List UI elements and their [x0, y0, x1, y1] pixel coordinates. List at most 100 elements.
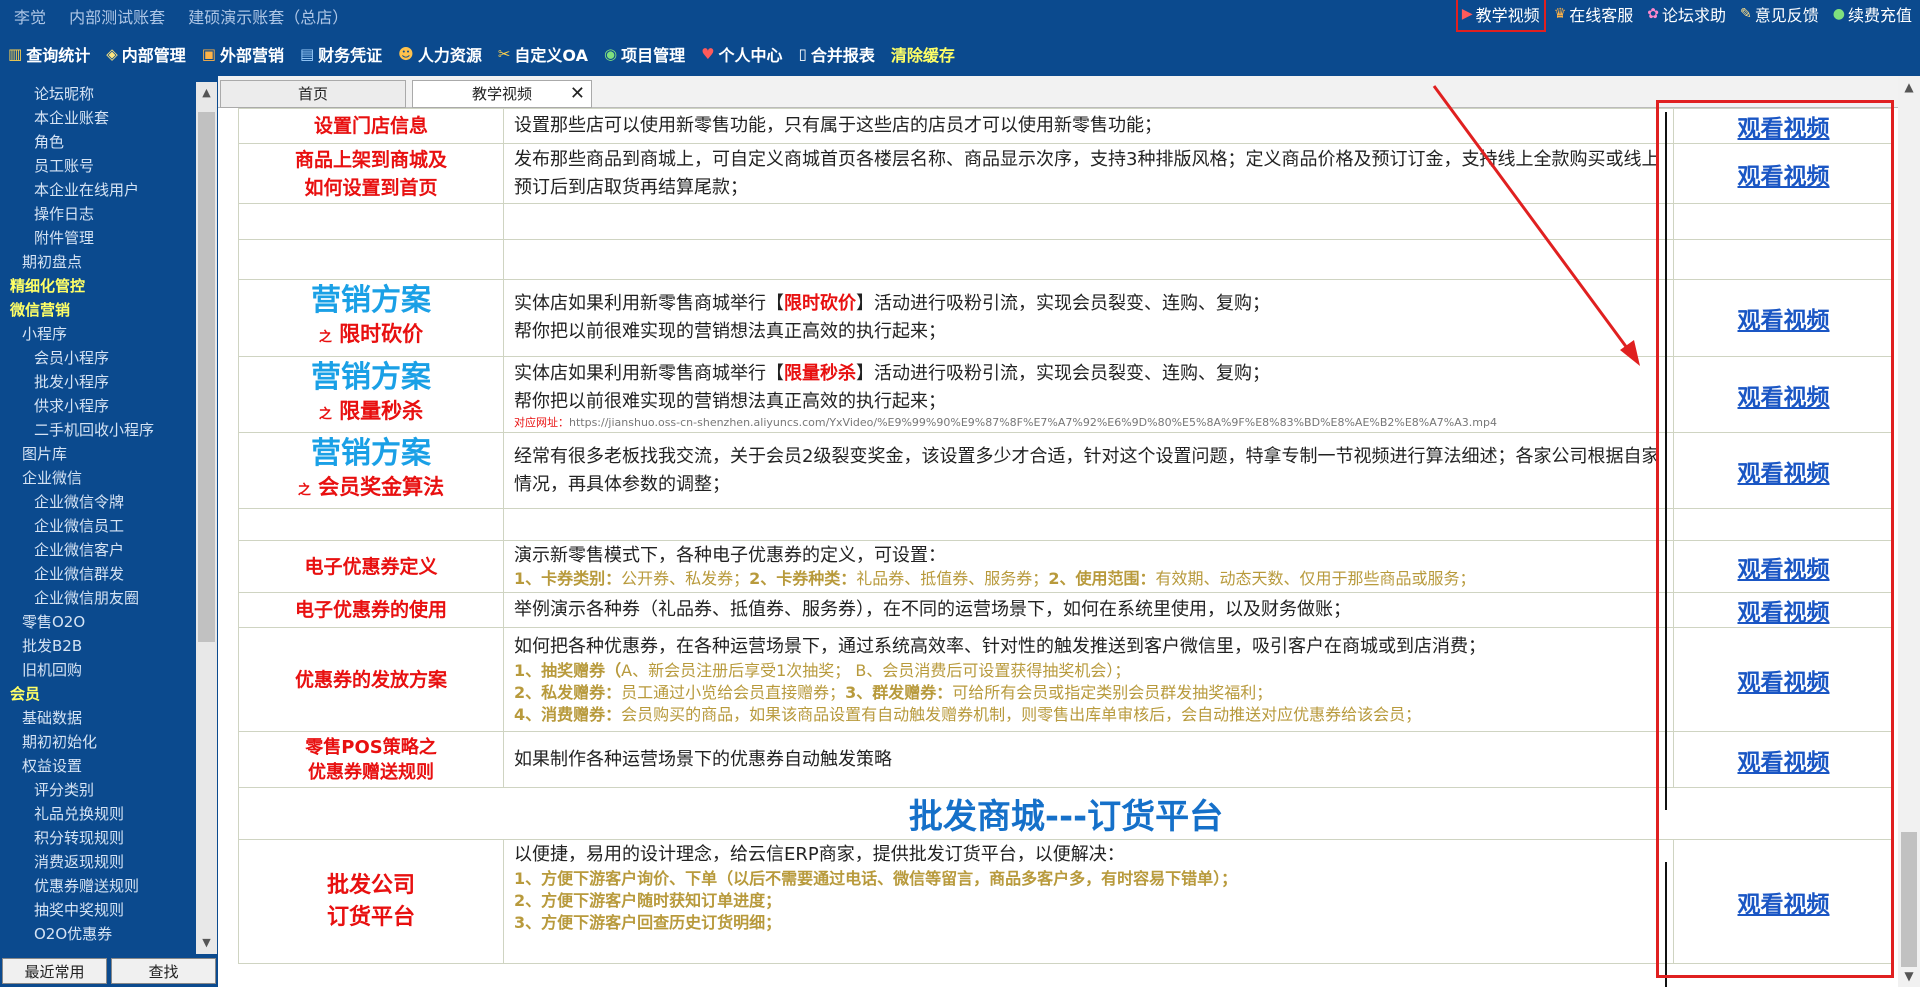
find-button[interactable]: 查找	[111, 958, 216, 984]
sidebar-item[interactable]: 角色	[0, 130, 196, 154]
sidebar-item[interactable]: 会员	[0, 682, 196, 706]
sidebar-item[interactable]: 企业微信员工	[0, 514, 196, 538]
menu-custom-oa[interactable]: ✂ 自定义OA	[498, 42, 588, 66]
sidebar-item[interactable]: 基础数据	[0, 706, 196, 730]
row-title-line: 批发公司	[326, 872, 415, 898]
sidebar-item[interactable]: O2O优惠券	[0, 922, 196, 946]
marketing-icon: ▣	[201, 45, 216, 63]
table-row: 商品上架到商城及 如何设置到首页 发布那些商品到商城上，可自定义商城首页各楼层名…	[238, 143, 1894, 204]
marketing-title: 营销方案	[311, 435, 431, 471]
sidebar-item[interactable]: 期初盘点	[0, 250, 196, 274]
marketing-subtitle: 之 会员奖金算法	[239, 472, 503, 506]
video-url: 对应网址：https://jianshuo.oss-cn-shenzhen.al…	[514, 416, 1673, 430]
row-title: 营销方案 之 限时砍价	[238, 279, 504, 357]
menu-report[interactable]: ▯ 合并报表	[799, 42, 875, 66]
desc-line: 以便捷，易用的设计理念，给云信ERP商家，提供批发订货平台，以便解决：	[514, 844, 1125, 865]
hr-icon: ☻	[398, 45, 414, 63]
menu-label: 项目管理	[621, 46, 686, 65]
table-row: 设置门店信息 设置那些店可以使用新零售功能，只有属于这些店的店员才可以使用新零售…	[238, 108, 1894, 144]
scroll-up-icon[interactable]: ▲	[196, 82, 217, 104]
row-title: 电子优惠券定义	[238, 540, 504, 593]
sub-value: 礼品券、抵值券、服务券；	[856, 568, 1049, 588]
recent-button[interactable]: 最近常用	[2, 958, 107, 984]
zhi-label: 之	[318, 406, 332, 422]
online-service-link[interactable]: ♛ 在线客服	[1554, 2, 1634, 26]
sidebar-item[interactable]: 本企业账套	[0, 106, 196, 130]
row-title: 商品上架到商城及 如何设置到首页	[238, 143, 504, 204]
sidebar-item[interactable]: 会员小程序	[0, 346, 196, 370]
desc-keyword: 限量秒杀	[784, 362, 856, 384]
row-title: 零售POS策略之 优惠券赠送规则	[238, 731, 504, 788]
sidebar-item[interactable]: 企业微信令牌	[0, 490, 196, 514]
sidebar-item[interactable]: 批发小程序	[0, 370, 196, 394]
forum-help-link[interactable]: ✿ 论坛求助	[1647, 2, 1726, 26]
sidebar-item[interactable]: 供求小程序	[0, 394, 196, 418]
sub-value: 公开券、私发券；	[621, 568, 750, 588]
feedback-icon: ✎	[1740, 6, 1752, 22]
sidebar-item[interactable]: 操作日志	[0, 202, 196, 226]
tab-home[interactable]: 首页	[220, 80, 406, 108]
voucher-icon: ▤	[299, 45, 315, 63]
sidebar-item[interactable]: 评分类别	[0, 778, 196, 802]
sidebar-item[interactable]: 期初初始化	[0, 730, 196, 754]
sidebar-item[interactable]: 抽奖中奖规则	[0, 898, 196, 922]
sidebar-item[interactable]: 企业微信	[0, 466, 196, 490]
sidebar-item[interactable]: 精细化管控	[0, 274, 196, 298]
sidebar-item[interactable]: 旧机回购	[0, 658, 196, 682]
content-scrollbar[interactable]: ▲ ▼	[1898, 76, 1920, 987]
menu-query-stats[interactable]: ▥ 查询统计	[8, 42, 90, 66]
sidebar-item[interactable]: 积分转现规则	[0, 826, 196, 850]
menu-personal[interactable]: ♥ 个人中心	[701, 42, 782, 66]
scroll-down-icon[interactable]: ▼	[1898, 965, 1920, 987]
menu-internal[interactable]: ◈ 内部管理	[106, 42, 186, 66]
row-description: 发布那些商品到商城上，可自定义商城首页各楼层名称、商品显示次序，支持3种排版风格…	[503, 143, 1674, 204]
sidebar-item[interactable]: 礼品兑换规则	[0, 802, 196, 826]
sidebar-item[interactable]: 员工账号	[0, 154, 196, 178]
sidebar-item[interactable]: 论坛昵称	[0, 82, 196, 106]
row-title-line: 优惠券赠送规则	[308, 761, 434, 783]
sidebar-scroll-thumb[interactable]	[198, 112, 215, 642]
desc-text: 】活动进行吸粉引流，实现会员裂变、连购、复购；	[856, 362, 1270, 384]
empty-cell	[238, 203, 504, 240]
sidebar-item[interactable]: 零售O2O	[0, 610, 196, 634]
menu-project[interactable]: ◉ 项目管理	[604, 42, 685, 66]
sidebar-item[interactable]: 二手机回收小程序	[0, 418, 196, 442]
teaching-video-link[interactable]: ▶ 教学视频	[1455, 0, 1546, 32]
menu-marketing[interactable]: ▣ 外部营销	[202, 42, 284, 66]
sidebar-item[interactable]: 批发B2B	[0, 634, 196, 658]
sidebar-item[interactable]: 优惠券赠送规则	[0, 874, 196, 898]
menu-hr[interactable]: ☻ 人力资源	[398, 42, 482, 66]
sidebar-item[interactable]: 附件管理	[0, 226, 196, 250]
sidebar-item[interactable]: 消费返现规则	[0, 850, 196, 874]
row-title-line: 零售POS策略之	[305, 736, 437, 758]
feedback-link[interactable]: ✎ 意见反馈	[1740, 2, 1819, 26]
row-title: 营销方案 之 限量秒杀	[238, 356, 504, 433]
sidebar-item[interactable]: 权益设置	[0, 754, 196, 778]
sidebar-item[interactable]: 企业微信群发	[0, 562, 196, 586]
marketing-subtitle: 之 限时砍价	[239, 319, 503, 353]
empty-cell	[503, 239, 1674, 280]
sidebar-item[interactable]: 企业微信朋友圈	[0, 586, 196, 610]
empty-row	[238, 239, 1894, 280]
desc-line: 如何把各种优惠券，在各种运营场景下，通过系统高效率、针对性的触发推送到客户微信里…	[514, 635, 1486, 657]
sidebar-item[interactable]: 图片库	[0, 442, 196, 466]
tab-teaching-video[interactable]: 教学视频 ✕	[412, 80, 592, 108]
user-name: 李觉	[14, 8, 47, 27]
clear-cache-button[interactable]: 清除缓存	[891, 42, 955, 66]
sidebar-item[interactable]: 微信营销	[0, 298, 196, 322]
scroll-down-icon[interactable]: ▼	[196, 932, 217, 954]
sidebar-scrollbar[interactable]: ▲ ▼	[196, 82, 217, 954]
scroll-up-icon[interactable]: ▲	[1898, 76, 1920, 98]
close-icon[interactable]: ✕	[570, 81, 585, 107]
sidebar-item[interactable]: 本企业在线用户	[0, 178, 196, 202]
empty-cell	[238, 239, 504, 280]
sidebar-item[interactable]: 小程序	[0, 322, 196, 346]
sub-value: A、新会员注册后享受1次抽奖； B、会员消费后可设置获得抽奖机会）；	[621, 660, 1131, 680]
desc-sub-line: 1、方便下游客户询价、下单（以后不需要通过电话、微信等留言，商品多客户多，有时容…	[514, 869, 1238, 888]
row-title-line: 如何设置到首页	[304, 176, 438, 199]
menu-finance[interactable]: ▤ 财务凭证	[300, 42, 382, 66]
recharge-link[interactable]: ● 续费充值	[1833, 2, 1912, 26]
sidebar-item[interactable]: 企业微信客户	[0, 538, 196, 562]
subtitle-text: 会员奖金算法	[318, 474, 445, 499]
content-scroll-thumb[interactable]	[1901, 832, 1917, 967]
